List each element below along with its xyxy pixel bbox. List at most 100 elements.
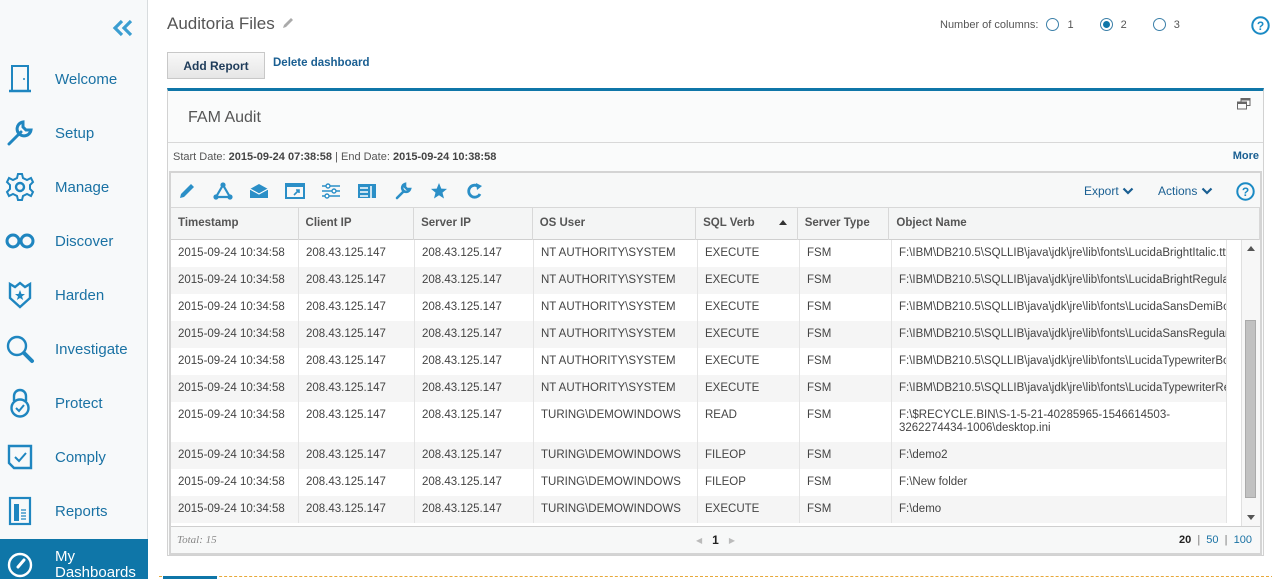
table-row[interactable]: 2015-09-24 10:34:58208.43.125.147208.43.… <box>171 442 1227 469</box>
sidebar-item-welcome[interactable]: Welcome <box>0 52 148 106</box>
column-header-server-type[interactable]: Server Type <box>798 208 890 240</box>
edit-title-button[interactable] <box>281 16 295 35</box>
table-cell-object-name: F:\IBM\DB210.5\SQLLIB\java\jdk\jre\lib\f… <box>892 348 1227 375</box>
table-cell-server-ip: 208.43.125.147 <box>415 294 534 321</box>
actions-menu[interactable]: Actions <box>1158 184 1213 198</box>
gear-icon <box>4 171 36 203</box>
more-link[interactable]: More <box>1233 150 1259 162</box>
column-header-timestamp[interactable]: Timestamp <box>171 208 299 240</box>
page-size-20[interactable]: 20 <box>1179 534 1191 546</box>
sidebar-item-manage[interactable]: Manage <box>0 160 148 214</box>
chevron-down-icon <box>1122 187 1134 195</box>
table-cell-client-ip: 208.43.125.147 <box>299 442 415 469</box>
table-cell-sql-verb: EXECUTE <box>698 375 800 402</box>
columns-button[interactable] <box>356 181 378 201</box>
grid-help-button[interactable]: ? <box>1234 181 1256 201</box>
table-cell-timestamp: 2015-09-24 10:34:58 <box>171 348 299 375</box>
columns-radio-2[interactable] <box>1100 18 1113 31</box>
mail-button[interactable] <box>248 181 270 201</box>
table-body: 2015-09-24 10:34:58208.43.125.147208.43.… <box>171 240 1227 526</box>
table-row[interactable]: 2015-09-24 10:34:58208.43.125.147208.43.… <box>171 402 1227 442</box>
start-date-value: 2015-09-24 07:38:58 <box>229 151 332 163</box>
restore-window-button[interactable] <box>1237 97 1251 115</box>
scroll-up-arrow-icon[interactable] <box>1247 246 1255 251</box>
table-cell-server-type: FSM <box>800 348 892 375</box>
date-separator: | <box>335 151 338 163</box>
table-cell-os-user: NT AUTHORITY\SYSTEM <box>534 321 698 348</box>
table-cell-client-ip: 208.43.125.147 <box>299 294 415 321</box>
table-cell-object-name: F:\demo2 <box>892 442 1227 469</box>
sidebar-item-discover[interactable]: Discover <box>0 214 148 268</box>
sidebar-item-protect[interactable]: Protect <box>0 376 148 430</box>
sidebar-item-setup[interactable]: Setup <box>0 106 148 160</box>
table-cell-client-ip: 208.43.125.147 <box>299 267 415 294</box>
sidebar-item-my-dashboards[interactable]: My Dashboards <box>0 539 148 579</box>
current-page[interactable]: 1 <box>712 533 719 547</box>
sidebar-item-comply[interactable]: Comply <box>0 430 148 484</box>
table-cell-sql-verb: EXECUTE <box>698 294 800 321</box>
edit-button[interactable] <box>176 181 198 201</box>
next-page-icon[interactable]: ▶ <box>729 536 735 545</box>
table-cell-object-name: F:\IBM\DB210.5\SQLLIB\java\jdk\jre\lib\f… <box>892 240 1227 267</box>
prev-page-icon[interactable]: ◀ <box>696 536 702 545</box>
column-header-os-user[interactable]: OS User <box>533 208 696 240</box>
favorite-button[interactable] <box>428 181 450 201</box>
table-cell-client-ip: 208.43.125.147 <box>299 348 415 375</box>
add-report-button[interactable]: Add Report <box>167 52 265 79</box>
table-row[interactable]: 2015-09-24 10:34:58208.43.125.147208.43.… <box>171 375 1227 402</box>
filter-settings-button[interactable] <box>320 181 342 201</box>
table-row[interactable]: 2015-09-24 10:34:58208.43.125.147208.43.… <box>171 469 1227 496</box>
scroll-down-arrow-icon[interactable] <box>1247 515 1255 520</box>
sliders-icon <box>321 183 341 199</box>
sidebar-item-reports[interactable]: Reports <box>0 484 148 538</box>
table-cell-client-ip: 208.43.125.147 <box>299 321 415 348</box>
tools-button[interactable] <box>392 181 414 201</box>
delete-dashboard-link[interactable]: Delete dashboard <box>273 57 370 69</box>
share-button[interactable] <box>212 181 234 201</box>
panel-title: FAM Audit <box>188 109 261 127</box>
page-size-50[interactable]: 50 <box>1206 534 1218 546</box>
columns-option-3: 3 <box>1174 19 1180 31</box>
sidebar-item-label: Manage <box>55 179 109 196</box>
collapse-sidebar-button[interactable] <box>112 16 134 40</box>
scrollbar-thumb[interactable] <box>1245 320 1256 498</box>
table-row[interactable]: 2015-09-24 10:34:58208.43.125.147208.43.… <box>171 496 1227 523</box>
columns-radio-1[interactable] <box>1046 18 1059 31</box>
table-row[interactable]: 2015-09-24 10:34:58208.43.125.147208.43.… <box>171 267 1227 294</box>
pencil-icon <box>281 16 295 30</box>
pencil-icon <box>178 182 196 200</box>
page-size-100[interactable]: 100 <box>1234 534 1252 546</box>
column-header-server-ip[interactable]: Server IP <box>414 208 533 240</box>
table-row[interactable]: 2015-09-24 10:34:58208.43.125.147208.43.… <box>171 348 1227 375</box>
column-header-client-ip[interactable]: Client IP <box>299 208 415 240</box>
export-menu[interactable]: Export <box>1084 184 1134 198</box>
dashboard-gauge-icon <box>4 549 36 581</box>
column-header-sql-verb[interactable]: SQL Verb <box>696 208 798 240</box>
table-cell-sql-verb: EXECUTE <box>698 496 800 523</box>
table-cell-sql-verb: EXECUTE <box>698 267 800 294</box>
vertical-scrollbar[interactable] <box>1241 240 1260 526</box>
sidebar-item-investigate[interactable]: Investigate <box>0 322 148 376</box>
sidebar-item-label: Comply <box>55 449 106 466</box>
table-cell-server-type: FSM <box>800 442 892 469</box>
table-cell-object-name: F:\IBM\DB210.5\SQLLIB\java\jdk\jre\lib\f… <box>892 267 1227 294</box>
sidebar-item-harden[interactable]: Harden <box>0 268 148 322</box>
table-cell-client-ip: 208.43.125.147 <box>299 240 415 267</box>
start-date-label: Start Date: <box>173 151 226 163</box>
table-cell-client-ip: 208.43.125.147 <box>299 402 415 442</box>
table-row[interactable]: 2015-09-24 10:34:58208.43.125.147208.43.… <box>171 321 1227 348</box>
table-row[interactable]: 2015-09-24 10:34:58208.43.125.147208.43.… <box>171 240 1227 267</box>
drop-zone-border <box>159 576 1272 577</box>
table-row[interactable]: 2015-09-24 10:34:58208.43.125.147208.43.… <box>171 294 1227 321</box>
help-button[interactable]: ? <box>1251 16 1270 40</box>
checkbox-icon <box>4 441 36 473</box>
table-cell-os-user: NT AUTHORITY\SYSTEM <box>534 348 698 375</box>
popout-button[interactable] <box>284 181 306 201</box>
refresh-button[interactable] <box>464 181 486 201</box>
columns-radio-3[interactable] <box>1153 18 1166 31</box>
table-cell-server-ip: 208.43.125.147 <box>415 496 534 523</box>
table-cell-server-type: FSM <box>800 294 892 321</box>
column-header-object-name[interactable]: Object Name <box>889 208 1260 240</box>
table-cell-server-ip: 208.43.125.147 <box>415 267 534 294</box>
popout-icon <box>285 183 305 199</box>
